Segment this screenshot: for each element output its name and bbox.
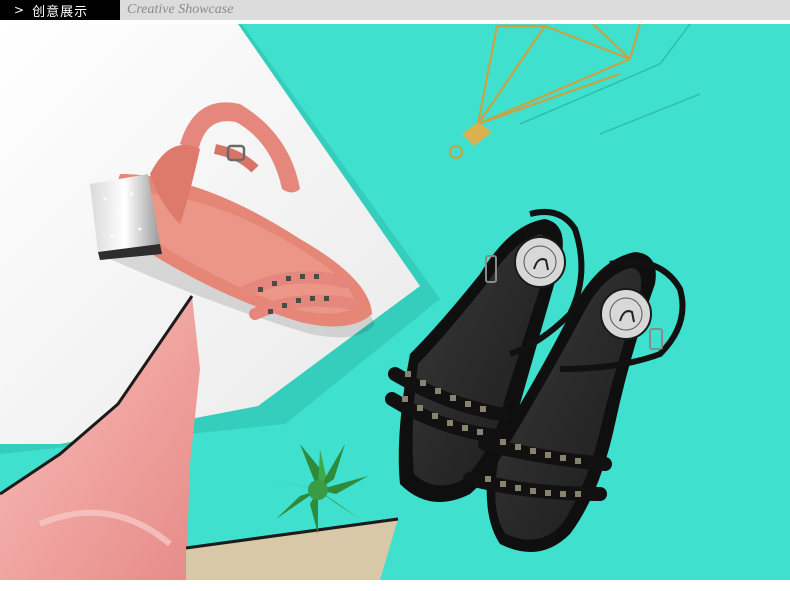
section-title: 创意展示 (32, 4, 89, 20)
chevron-right-icon: > (14, 3, 26, 17)
section-label-tag: > 创意展示 (0, 0, 120, 20)
camel-logo-right (600, 288, 652, 340)
product-photo (0, 24, 790, 580)
camel-logo-left (514, 236, 566, 288)
section-header: > 创意展示 Creative Showcase (0, 0, 790, 20)
section-subtitle: Creative Showcase (127, 2, 234, 17)
glitter-heel (90, 174, 160, 252)
